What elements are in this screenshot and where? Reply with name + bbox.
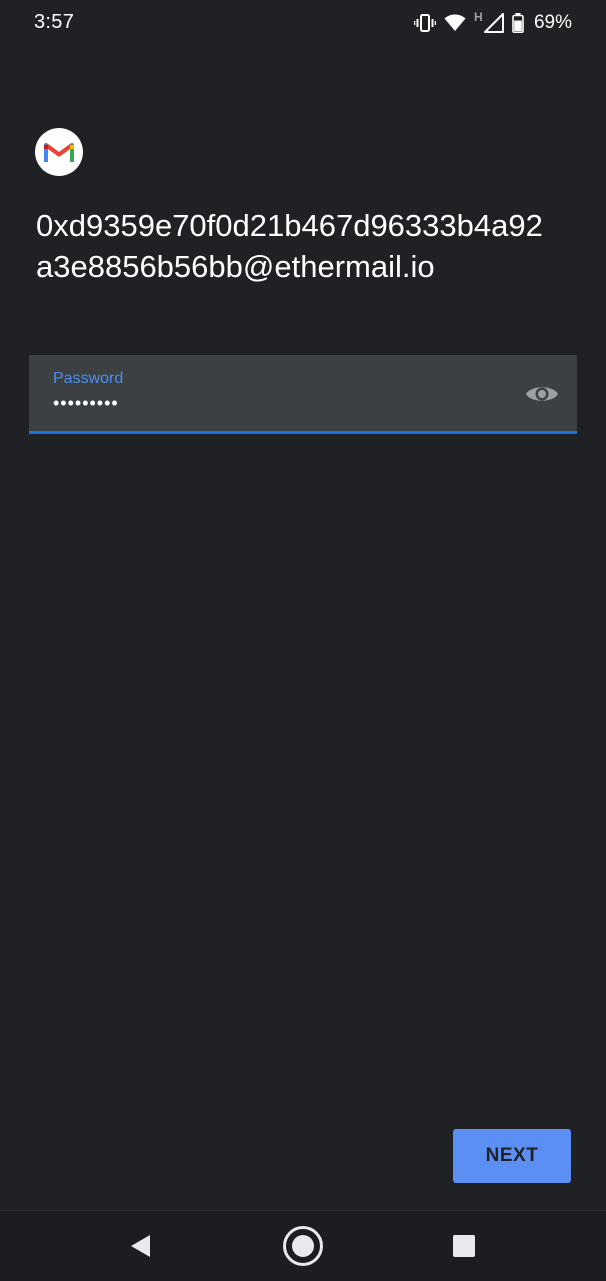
- back-icon[interactable]: [100, 1211, 180, 1281]
- account-email: 0xd9359e70f0d21b467d96333b4a92a3e8856b56…: [36, 208, 543, 284]
- password-input[interactable]: •••••••••: [53, 393, 119, 414]
- status-bar: 3:57 H 69%: [0, 0, 606, 46]
- eye-icon[interactable]: [525, 379, 559, 409]
- wifi-icon: [444, 14, 466, 32]
- vibrate-icon: [413, 13, 436, 33]
- next-button[interactable]: NEXT: [453, 1129, 571, 1183]
- status-icons: H 69%: [413, 10, 572, 35]
- gmail-logo-icon: [35, 128, 83, 176]
- password-field[interactable]: Password •••••••••: [29, 355, 577, 434]
- home-icon[interactable]: [263, 1211, 343, 1281]
- battery-percent: 69%: [533, 12, 572, 33]
- recents-icon[interactable]: [424, 1211, 504, 1281]
- navigation-bar: [0, 1210, 606, 1281]
- status-time: 3:57: [34, 11, 75, 33]
- network-type-label: H: [473, 10, 483, 24]
- password-label: Password: [53, 370, 124, 387]
- battery-icon: [512, 13, 524, 33]
- signal-icon: H: [473, 10, 504, 34]
